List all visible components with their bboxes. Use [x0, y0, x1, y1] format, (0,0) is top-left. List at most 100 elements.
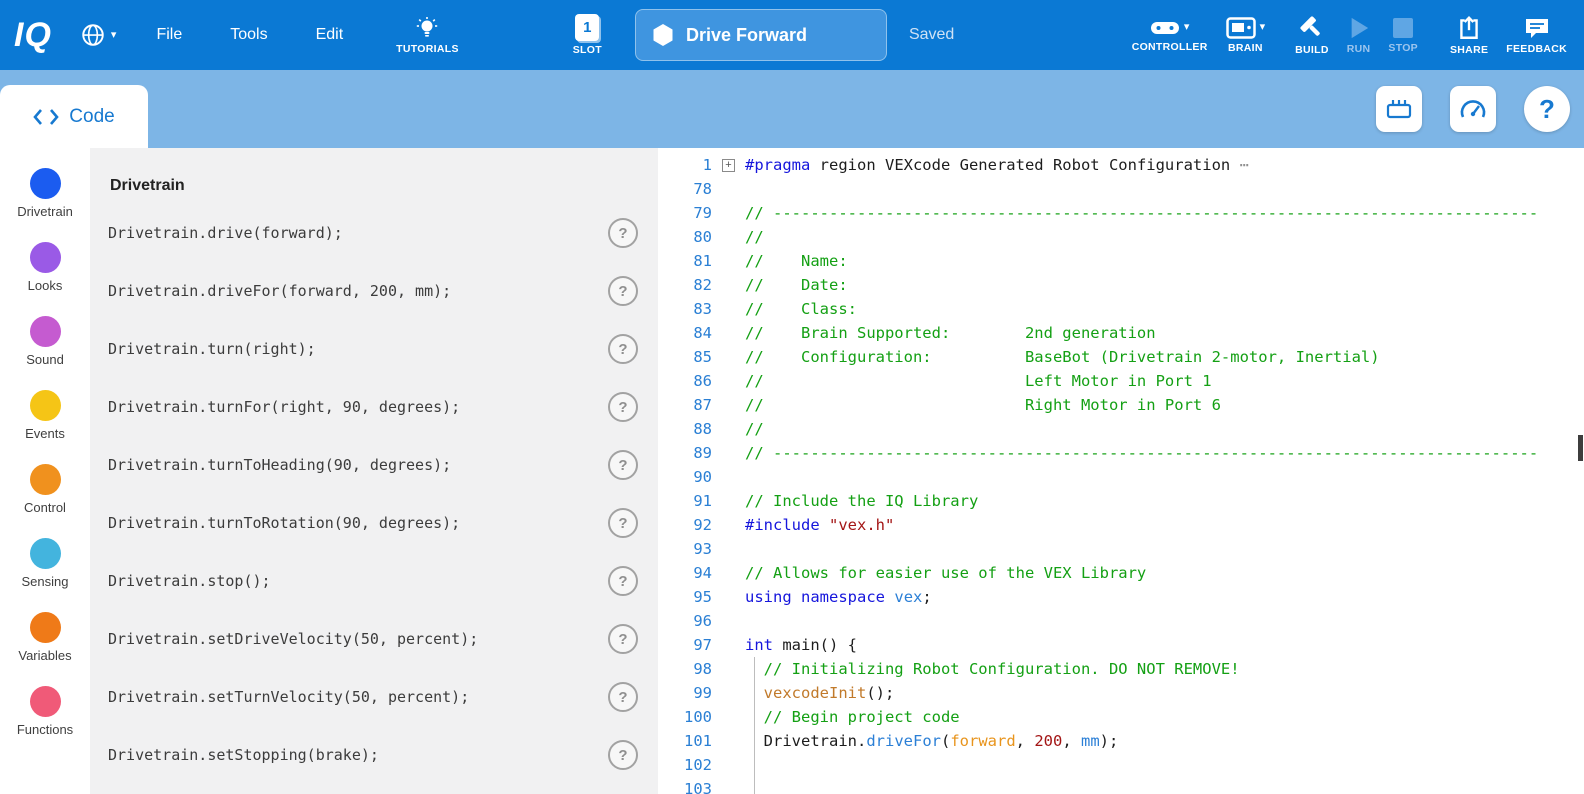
slot-button[interactable]: 1 SLOT — [564, 14, 611, 56]
code-line[interactable]: 97int main() { — [658, 633, 1584, 657]
fold-gutter — [712, 513, 745, 537]
command-help-button[interactable]: ? — [608, 682, 638, 712]
sidebar-item-variables[interactable]: Variables — [0, 612, 90, 686]
code-line[interactable]: 83// Class: — [658, 297, 1584, 321]
code-line[interactable]: 98 // Initializing Robot Configuration. … — [658, 657, 1584, 681]
line-number: 86 — [658, 369, 712, 393]
command-row[interactable]: Drivetrain.setStopping(brake);? — [108, 726, 638, 784]
code-line[interactable]: 84// Brain Supported: 2nd generation — [658, 321, 1584, 345]
code-text: // Date: — [745, 273, 1584, 297]
tab-code[interactable]: Code — [0, 85, 148, 148]
device-info-button[interactable] — [1376, 86, 1422, 132]
code-line[interactable]: 87// Right Motor in Port 6 — [658, 393, 1584, 417]
sidebar-item-drivetrain[interactable]: Drivetrain — [0, 168, 90, 242]
command-text[interactable]: Drivetrain.driveFor(forward, 200, mm); — [108, 282, 451, 300]
sidebar-item-events[interactable]: Events — [0, 390, 90, 464]
tabbar-actions: ? — [1376, 86, 1570, 132]
command-help-button[interactable]: ? — [608, 508, 638, 538]
code-line[interactable]: 103 — [658, 777, 1584, 794]
menu-file[interactable]: File — [156, 26, 182, 44]
controller-button[interactable]: ▾ CONTROLLER — [1123, 18, 1217, 53]
code-line[interactable]: 96 — [658, 609, 1584, 633]
code-line[interactable]: 100 // Begin project code — [658, 705, 1584, 729]
command-help-button[interactable]: ? — [608, 740, 638, 770]
sidebar-item-control[interactable]: Control — [0, 464, 90, 538]
category-sidebar: DrivetrainLooksSoundEventsControlSensing… — [0, 148, 90, 794]
tutorials-button[interactable]: TUTORIALS — [387, 16, 468, 55]
command-row[interactable]: Drivetrain.driveFor(forward, 200, mm);? — [108, 262, 638, 320]
command-help-button[interactable]: ? — [608, 450, 638, 480]
sidebar-item-sound[interactable]: Sound — [0, 316, 90, 390]
code-line[interactable]: 80// — [658, 225, 1584, 249]
project-name-button[interactable]: Drive Forward — [635, 9, 887, 61]
line-number: 82 — [658, 273, 712, 297]
build-button[interactable]: BUILD — [1286, 15, 1338, 56]
command-row[interactable]: Drivetrain.turnToRotation(90, degrees);? — [108, 494, 638, 552]
code-line[interactable]: 91// Include the IQ Library — [658, 489, 1584, 513]
code-line[interactable]: 99 vexcodeInit(); — [658, 681, 1584, 705]
fold-expand-icon[interactable]: + — [722, 159, 735, 172]
sidebar-item-functions[interactable]: Functions — [0, 686, 90, 760]
editor-scrollbar-thumb[interactable] — [1578, 435, 1583, 461]
code-line[interactable]: 86// Left Motor in Port 1 — [658, 369, 1584, 393]
code-line[interactable]: 90 — [658, 465, 1584, 489]
code-tab-label: Code — [69, 106, 114, 128]
command-row[interactable]: Drivetrain.drive(forward);? — [108, 204, 638, 262]
command-row[interactable]: Drivetrain.turnToHeading(90, degrees);? — [108, 436, 638, 494]
menu-edit[interactable]: Edit — [316, 26, 344, 44]
code-line[interactable]: 93 — [658, 537, 1584, 561]
menu-tools[interactable]: Tools — [230, 26, 267, 44]
command-text[interactable]: Drivetrain.setDriveVelocity(50, percent)… — [108, 630, 478, 648]
language-selector[interactable]: ▾ — [80, 22, 117, 48]
code-line[interactable]: 81// Name: — [658, 249, 1584, 273]
code-line[interactable]: 78 — [658, 177, 1584, 201]
code-line[interactable]: 82 // Date: — [658, 273, 1584, 297]
run-button[interactable]: RUN — [1338, 16, 1380, 55]
brain-button[interactable]: ▾ BRAIN — [1217, 17, 1275, 54]
indent-guide — [754, 729, 755, 753]
feedback-button[interactable]: FEEDBACK — [1497, 16, 1576, 55]
command-text[interactable]: Drivetrain.drive(forward); — [108, 224, 343, 242]
command-row[interactable]: Drivetrain.setDriveVelocity(50, percent)… — [108, 610, 638, 668]
command-help-button[interactable]: ? — [608, 276, 638, 306]
command-text[interactable]: Drivetrain.turn(right); — [108, 340, 316, 358]
command-text[interactable]: Drivetrain.stop(); — [108, 572, 271, 590]
code-line[interactable]: 89// -----------------------------------… — [658, 441, 1584, 465]
command-text[interactable]: Drivetrain.turnToHeading(90, degrees); — [108, 456, 451, 474]
help-button[interactable]: ? — [1524, 86, 1570, 132]
stop-button[interactable]: STOP — [1379, 17, 1427, 54]
command-row[interactable]: Drivetrain.stop();? — [108, 552, 638, 610]
drivetrain-category-icon — [30, 168, 61, 199]
code-line[interactable]: 101 Drivetrain.driveFor(forward, 200, mm… — [658, 729, 1584, 753]
dashboard-button[interactable] — [1450, 86, 1496, 132]
code-line[interactable]: 92#include "vex.h" — [658, 513, 1584, 537]
code-line[interactable]: 95using namespace vex; — [658, 585, 1584, 609]
code-line[interactable]: 94// Allows for easier use of the VEX Li… — [658, 561, 1584, 585]
command-text[interactable]: Drivetrain.setStopping(brake); — [108, 746, 379, 764]
command-row[interactable]: Drivetrain.setTurnVelocity(50, percent);… — [108, 668, 638, 726]
command-help-button[interactable]: ? — [608, 566, 638, 596]
command-row[interactable]: Drivetrain.turn(right);? — [108, 320, 638, 378]
command-text[interactable]: Drivetrain.setTurnVelocity(50, percent); — [108, 688, 469, 706]
command-help-button[interactable]: ? — [608, 624, 638, 654]
code-editor[interactable]: 1+#pragma region VEXcode Generated Robot… — [658, 148, 1584, 794]
sidebar-item-sensing[interactable]: Sensing — [0, 538, 90, 612]
code-line[interactable]: 1+#pragma region VEXcode Generated Robot… — [658, 153, 1584, 177]
sidebar-item-looks[interactable]: Looks — [0, 242, 90, 316]
fold-gutter — [712, 201, 745, 225]
command-row[interactable]: Drivetrain.turnFor(right, 90, degrees);? — [108, 378, 638, 436]
fold-gutter — [712, 369, 745, 393]
command-list: Drivetrain.drive(forward);?Drivetrain.dr… — [108, 204, 638, 784]
share-button[interactable]: SHARE — [1441, 15, 1497, 56]
command-text[interactable]: Drivetrain.turnFor(right, 90, degrees); — [108, 398, 460, 416]
code-line[interactable]: 85// Configuration: BaseBot (Drivetrain … — [658, 345, 1584, 369]
command-help-button[interactable]: ? — [608, 334, 638, 364]
gamepad-icon — [1150, 18, 1180, 38]
command-text[interactable]: Drivetrain.turnToRotation(90, degrees); — [108, 514, 460, 532]
code-line[interactable]: 88// — [658, 417, 1584, 441]
code-line[interactable]: 79// -----------------------------------… — [658, 201, 1584, 225]
command-help-button[interactable]: ? — [608, 392, 638, 422]
command-help-button[interactable]: ? — [608, 218, 638, 248]
code-line[interactable]: 102 — [658, 753, 1584, 777]
fold-gutter — [712, 537, 745, 561]
